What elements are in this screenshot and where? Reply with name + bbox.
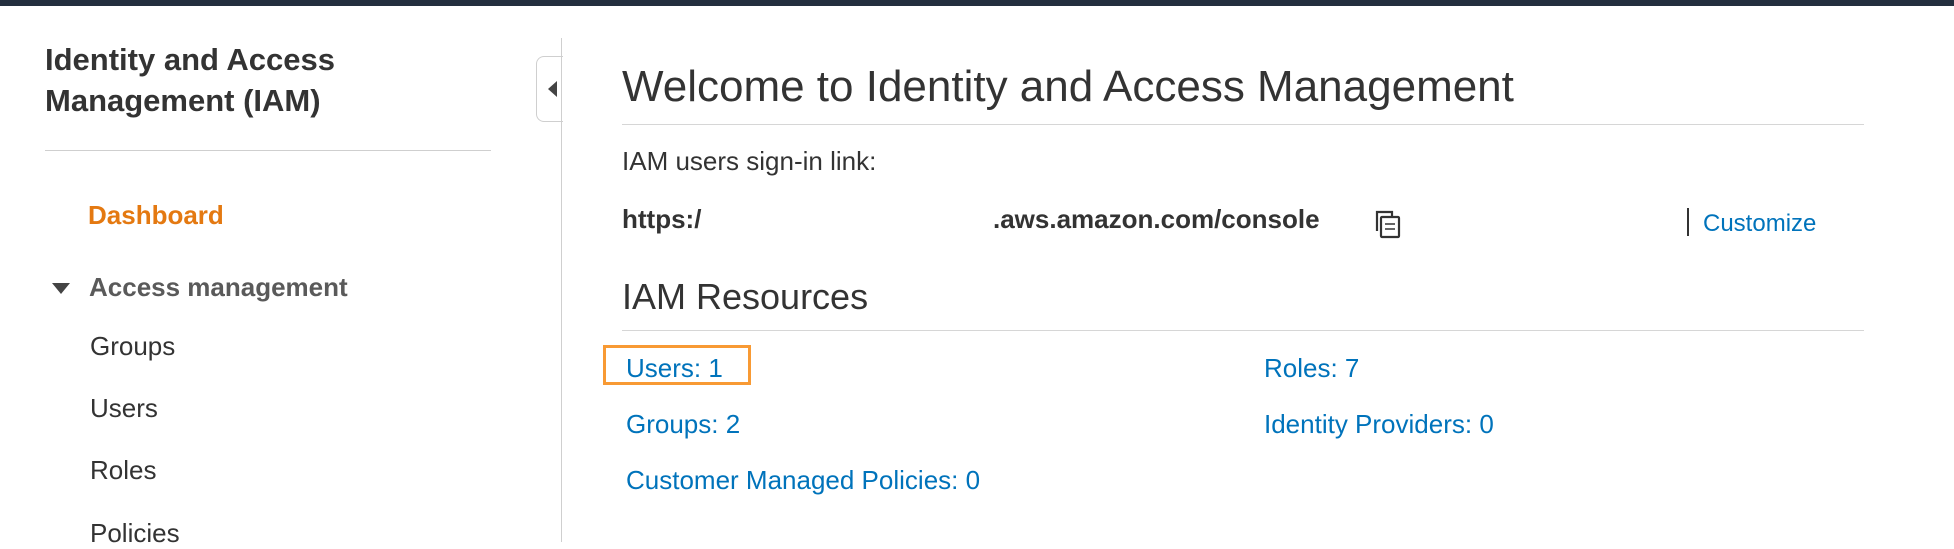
sidebar-section-label: Access management [89,272,348,302]
sidebar-item-users[interactable]: Users [90,393,158,424]
sidebar-section-access-management[interactable]: Access management [52,272,348,303]
identity-providers-count-link[interactable]: Identity Providers: 0 [1264,409,1494,440]
sidebar-item-groups[interactable]: Groups [90,331,175,362]
customer-managed-policies-count-link[interactable]: Customer Managed Policies: 0 [626,465,980,496]
copy-icon[interactable] [1371,207,1405,241]
signin-url-prefix[interactable]: https:/ [622,204,701,235]
resources-divider [622,330,1864,331]
sidebar-item-dashboard[interactable]: Dashboard [88,200,224,231]
customize-link[interactable]: Customize [1703,210,1816,238]
roles-count-link[interactable]: Roles: 7 [1264,353,1359,384]
groups-count-link[interactable]: Groups: 2 [626,409,740,440]
sidebar-title: Identity and Access Management (IAM) [45,42,336,118]
caret-left-icon [547,81,557,97]
sidebar-collapse-button[interactable] [536,56,563,122]
resources-title: IAM Resources [622,276,869,317]
customize-separator [1687,208,1689,236]
sidebar-item-roles[interactable]: Roles [90,455,156,486]
page-title: Welcome to Identity and Access Managemen… [622,62,1514,111]
signin-link-label: IAM users sign-in link: [622,146,877,176]
panel-divider [561,38,562,542]
title-divider [622,124,1864,125]
users-count-link[interactable]: Users: 1 [626,353,723,384]
sidebar-divider [45,150,491,151]
sidebar: Identity and Access Management (IAM) Das… [0,6,560,548]
signin-url-suffix[interactable]: .aws.amazon.com/console [993,204,1320,235]
sidebar-item-policies[interactable]: Policies [90,518,180,549]
caret-down-icon [52,283,70,294]
